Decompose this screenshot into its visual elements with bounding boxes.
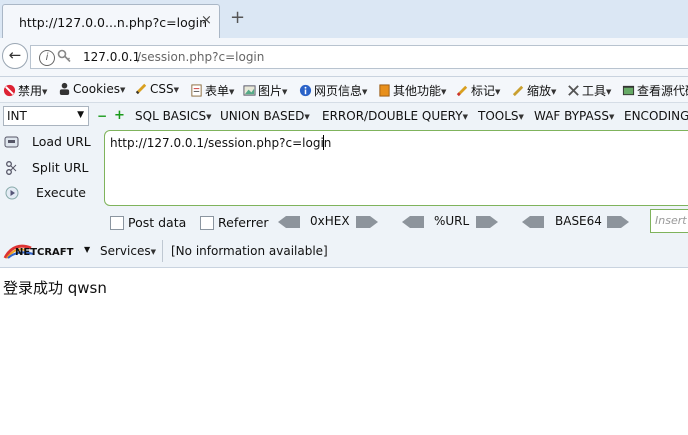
url-enc-label: %URL xyxy=(434,214,470,228)
load-url-icon xyxy=(4,136,19,148)
url-encode-arrow-icon[interactable] xyxy=(476,216,498,228)
chevron-down-icon: ▼ xyxy=(77,110,84,120)
url-decode-arrow-icon[interactable] xyxy=(402,216,424,228)
text-caret xyxy=(323,135,324,150)
tab-title: http://127.0.0...n.php?c=login xyxy=(19,15,208,30)
cookie-person-icon xyxy=(59,82,70,95)
toolbar-item-resize[interactable]: 缩放▼ xyxy=(512,82,556,99)
toolbar-item-images[interactable]: 图片▼ xyxy=(243,82,287,99)
netcraft-logo[interactable]: NETCRAFT xyxy=(3,242,77,260)
menu-union-based[interactable]: UNION BASED▼ xyxy=(220,109,310,123)
base64-decode-arrow-icon[interactable] xyxy=(522,216,544,228)
no-entry-icon xyxy=(3,84,16,97)
pencil-icon xyxy=(135,83,147,95)
referrer-checkbox[interactable] xyxy=(200,216,214,230)
insert-placeholder: Insert xyxy=(655,214,687,227)
resize-icon xyxy=(512,85,524,97)
hex-label: 0xHEX xyxy=(310,214,350,228)
menu-encoding[interactable]: ENCODING xyxy=(624,109,688,123)
referrer-label: Referrer xyxy=(218,215,269,230)
url-textarea-text: http://127.0.0.1/session.php?c=login xyxy=(110,136,332,150)
insert-field[interactable]: Insert xyxy=(650,209,688,233)
url-bar[interactable]: i 127.0.0.1 /session.php?c=login xyxy=(30,45,688,69)
wrench-icon xyxy=(568,85,579,96)
source-icon xyxy=(622,85,635,96)
tab-strip: http://127.0.0...n.php?c=login × + xyxy=(0,0,688,38)
divider xyxy=(162,240,163,262)
url-host: 127.0.0.1 xyxy=(83,50,141,64)
toolbar-item-disable[interactable]: 禁用▼ xyxy=(3,82,47,99)
url-path: /session.php?c=login xyxy=(137,50,265,64)
back-button[interactable]: ← xyxy=(2,43,28,69)
post-data-label: Post data xyxy=(128,215,187,230)
info-icon xyxy=(299,84,312,97)
url-textarea[interactable]: http://127.0.0.1/session.php?c=login xyxy=(104,130,688,206)
key-icon xyxy=(57,49,71,63)
toolbar-item-forms[interactable]: 表单▼ xyxy=(190,82,234,99)
post-data-checkbox[interactable] xyxy=(110,216,124,230)
hackbar: INT ▼ − + SQL BASICS▼ UNION BASED▼ ERROR… xyxy=(0,102,688,268)
base64-encode-arrow-icon[interactable] xyxy=(607,216,629,228)
new-tab-icon[interactable]: + xyxy=(230,9,245,27)
menu-sql-basics[interactable]: SQL BASICS▼ xyxy=(135,109,212,123)
tab-active[interactable]: http://127.0.0...n.php?c=login × xyxy=(2,4,220,38)
netcraft-info-text: [No information available] xyxy=(171,244,328,258)
toolbar-item-css[interactable]: CSS▼ xyxy=(135,82,179,96)
scissors-icon xyxy=(6,161,17,175)
toolbar-item-tools[interactable]: 工具▼ xyxy=(567,82,611,99)
toolbar-item-view-source[interactable]: 查看源代码 xyxy=(622,82,688,99)
back-arrow-icon: ← xyxy=(8,46,22,64)
image-icon xyxy=(243,85,256,96)
toolbar-item-mark[interactable]: 标记▼ xyxy=(456,82,500,99)
hex-decode-arrow-icon[interactable] xyxy=(278,216,300,228)
developer-toolbar: 禁用▼ Cookies▼ CSS▼ 表单▼ 图片▼ 网页信息▼ 其他功能▼ 标记… xyxy=(0,77,688,102)
menu-error-double-query[interactable]: ERROR/DOUBLE QUERY▼ xyxy=(322,109,468,123)
toolbar-item-cookies[interactable]: Cookies▼ xyxy=(58,82,125,96)
tab-close-icon[interactable]: × xyxy=(201,13,212,28)
highlighter-icon xyxy=(456,85,468,97)
hex-encode-arrow-icon[interactable] xyxy=(356,216,378,228)
nav-bar: ← i 127.0.0.1 /session.php?c=login xyxy=(0,38,688,77)
menu-waf-bypass[interactable]: WAF BYPASS▼ xyxy=(534,109,614,123)
toolbar-item-page-info[interactable]: 网页信息▼ xyxy=(299,82,367,99)
minus-icon[interactable]: − xyxy=(97,109,107,123)
plus-icon[interactable]: + xyxy=(114,108,125,123)
orange-box-icon xyxy=(379,84,390,97)
menu-tools[interactable]: TOOLS▼ xyxy=(478,109,524,123)
services-menu[interactable]: Services▼ xyxy=(100,244,156,258)
chevron-down-icon[interactable]: ▼ xyxy=(84,245,90,254)
int-select[interactable]: INT ▼ xyxy=(3,106,89,126)
page-content-text: 登录成功 qwsn xyxy=(3,279,107,297)
svg-text:NETCRAFT: NETCRAFT xyxy=(15,247,74,258)
int-select-value: INT xyxy=(7,109,27,123)
toolbar-item-other[interactable]: 其他功能▼ xyxy=(378,82,446,99)
base64-label: BASE64 xyxy=(555,214,602,228)
info-icon[interactable]: i xyxy=(39,50,55,66)
form-icon xyxy=(191,84,202,97)
play-icon xyxy=(5,186,19,200)
